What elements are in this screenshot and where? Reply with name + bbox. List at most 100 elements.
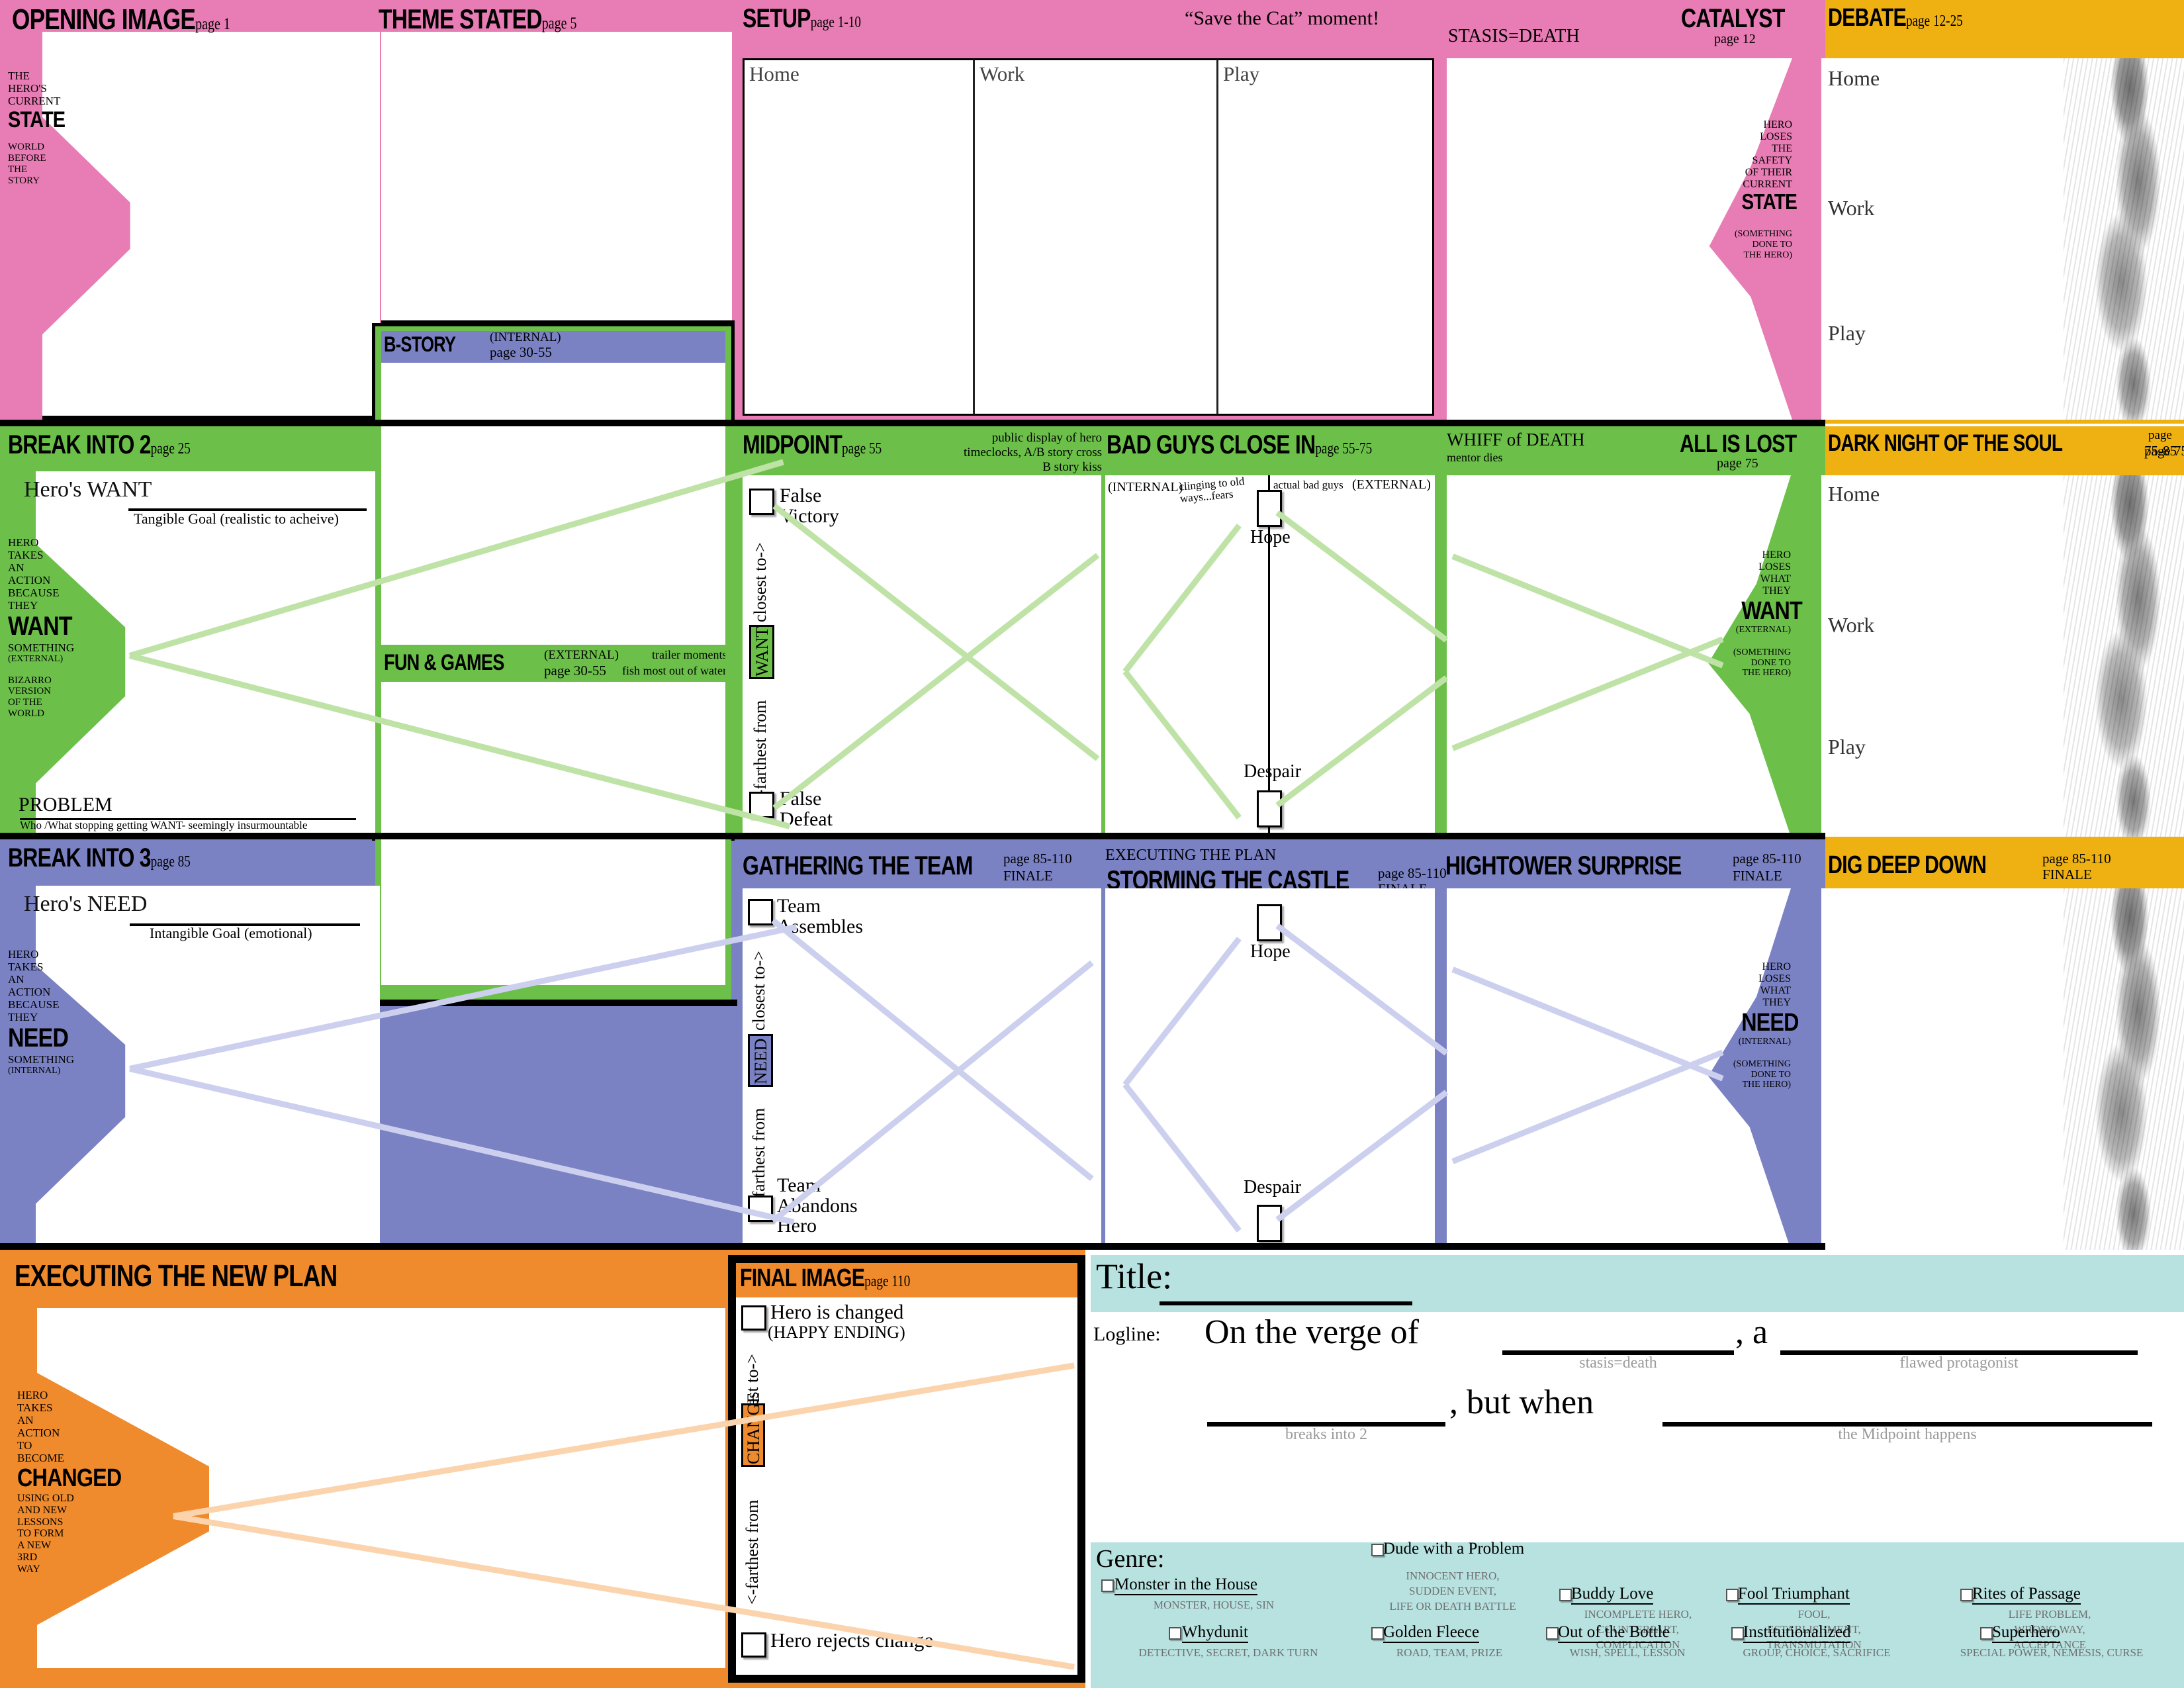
row2-divider	[0, 833, 1825, 839]
catalyst-title: CATALYST	[1681, 4, 1785, 33]
midpoint-note-3: B story kiss	[1042, 460, 1102, 474]
all-is-lost-wedge-caption: HERO LOSES WHAT THEY WANT (EXTERNAL) (SO…	[1733, 549, 1803, 679]
dark-night-page-range: 75-85	[2144, 443, 2177, 459]
b-story-title: B-STORY	[384, 332, 456, 356]
bad-guys-despair-label: Despair	[1244, 761, 1302, 782]
gathering-axis-bottom: <-farthest from	[749, 1107, 768, 1213]
genre-checkbox-rites-of-passage[interactable]	[1960, 1589, 1973, 1601]
gathering-axis-key: NEED	[751, 1038, 770, 1084]
setup-column-play: Play	[1223, 62, 1260, 85]
thinker-statue-image-3	[2064, 888, 2184, 1250]
catalyst-wedge-caption: HERO LOSES THE SAFETY OF THEIR CURRENT S…	[1734, 119, 1797, 260]
fun-games-left-edge	[375, 426, 381, 839]
opening-image-title: OPENING IMAGEpage 1	[12, 3, 230, 36]
break-into-2-title: BREAK INTO 2page 25	[8, 430, 191, 459]
theme-stated-title: THEME STATEDpage 5	[379, 3, 577, 34]
stasis-death-note: STASIS=DEATH	[1448, 26, 1580, 46]
hero-rejects-change-checkbox[interactable]	[741, 1632, 766, 1658]
genre-checkbox-dude-with-a-problem[interactable]	[1371, 1544, 1384, 1556]
bad-guys-external-note: actual bad guys	[1273, 479, 1343, 491]
storming-hope-checkbox[interactable]	[1257, 904, 1282, 941]
logline-hint-4: the Midpoint happens	[1838, 1426, 1977, 1443]
midpoint-false-victory-checkbox[interactable]	[749, 489, 774, 515]
midpoint-axis-top: closest to->	[751, 542, 770, 622]
genre-checkbox-institutionalized[interactable]	[1731, 1627, 1744, 1640]
executing-the-plan-note: EXECUTING THE PLAN	[1105, 847, 1277, 864]
genre-item-superhero[interactable]: Superhero SPECIAL POWER, NEMESIS, CURSE	[1960, 1623, 2144, 1661]
genre-checkbox-whydunit[interactable]	[1169, 1627, 1181, 1640]
title-input[interactable]	[1160, 1301, 1412, 1305]
genre-item-dude-with-a-problem[interactable]: Dude with a Problem INNOCENT HERO, SUDDE…	[1383, 1540, 1524, 1615]
setup-writing-area[interactable]	[743, 58, 1434, 416]
hightower-wedge-caption: HERO LOSES WHAT THEY NEED (INTERNAL) (SO…	[1733, 961, 1799, 1090]
theme-stated-writing-area[interactable]	[381, 32, 732, 323]
catalyst-page: page 12	[1714, 32, 1756, 46]
gathering-team-page: page 85-110	[1003, 851, 1072, 867]
genre-checkbox-superhero[interactable]	[1980, 1627, 1993, 1640]
midpoint-writing-area[interactable]	[743, 475, 1101, 835]
fun-games-writing-area[interactable]	[381, 682, 725, 839]
setup-divider-2	[1216, 60, 1218, 414]
debate-title: DEBATEpage 12-25	[1828, 4, 1963, 32]
problem-hint: Who /What stopping getting WANT- seeming…	[20, 819, 308, 831]
hightower-title: HIGHTOWER SURPRISE	[1445, 851, 1682, 880]
fun-games-right-edge	[725, 426, 740, 839]
storming-hope-label: Hope	[1250, 941, 1291, 962]
setup-column-work: Work	[979, 62, 1025, 85]
logline-label: Logline:	[1093, 1323, 1161, 1345]
storming-castle-page: page 85-110	[1378, 865, 1447, 881]
genre-checkbox-buddy-love[interactable]	[1559, 1589, 1572, 1601]
title-label: Title:	[1096, 1256, 1173, 1296]
fun-games-note-2: fish most out of water	[622, 664, 727, 677]
executing-new-plan-title: EXECUTING THE NEW PLAN	[15, 1258, 338, 1293]
dark-night-column-home: Home	[1828, 482, 1880, 506]
genre-item-whydunit[interactable]: Whydunit DETECTIVE, SECRET, DARK TURN	[1139, 1623, 1318, 1661]
whiff-of-death-note: WHIFF of DEATH	[1447, 430, 1585, 449]
fun-games-upper-area[interactable]	[381, 426, 725, 645]
all-is-lost-page: page 75	[1717, 456, 1758, 471]
fun-games-green-close	[375, 985, 731, 1000]
setup-divider-1	[973, 60, 975, 414]
storming-despair-label: Despair	[1244, 1177, 1302, 1197]
gathering-team-title: GATHERING THE TEAM	[743, 851, 973, 880]
fun-games-lower-area[interactable]	[381, 839, 725, 985]
genre-item-institutionalized[interactable]: Institutionalized GROUP, CHOICE, SACRIFI…	[1743, 1623, 1895, 1661]
dark-night-column-work: Work	[1828, 613, 1875, 637]
genre-checkbox-fool-triumphant[interactable]	[1726, 1589, 1739, 1601]
genre-checkbox-golden-fleece[interactable]	[1371, 1627, 1384, 1640]
fun-games-page: page 30-55	[544, 663, 606, 679]
genre-checkbox-monster-in-the-house[interactable]	[1101, 1579, 1114, 1592]
bad-guys-hope-checkbox[interactable]	[1257, 490, 1282, 527]
debate-column-play: Play	[1828, 321, 1866, 345]
fun-games-tag: (EXTERNAL)	[544, 648, 619, 662]
genre-item-golden-fleece[interactable]: Golden Fleece ROAD, TEAM, PRIZE	[1383, 1623, 1516, 1661]
dark-night-column-play: Play	[1828, 735, 1866, 759]
executing-new-plan-wedge-caption: HERO TAKES AN ACTION TO BECOME CHANGED U…	[17, 1389, 122, 1575]
bad-guys-hope-label: Hope	[1250, 527, 1291, 547]
logline-word-3: , but when	[1449, 1383, 1594, 1421]
midpoint-axis-key: WANT	[752, 626, 772, 677]
storming-despair-checkbox[interactable]	[1257, 1205, 1282, 1242]
dark-night-title: DARK NIGHT OF THE SOUL	[1828, 430, 2063, 456]
genre-checkbox-out-of-the-bottle[interactable]	[1546, 1627, 1559, 1640]
genre-label: Genre:	[1096, 1545, 1165, 1573]
team-assembles-checkbox[interactable]	[748, 899, 773, 925]
genre-item-monster-in-the-house[interactable]: Monster in the House MONSTER, HOUSE, SIN	[1115, 1575, 1313, 1613]
hero-is-changed-label: Hero is changed	[770, 1300, 904, 1323]
dig-deep-down-page: page 85-110	[2042, 851, 2111, 867]
bad-guys-internal-tag: (INTERNAL)	[1108, 480, 1183, 494]
mentor-dies-note: mentor dies	[1447, 451, 1503, 464]
genre-item-out-of-the-bottle[interactable]: Out of the Bottle WISH, SPELL, LESSON	[1558, 1623, 1704, 1661]
opening-image-wedge-caption: THE HERO'S CURRENT STATE WORLD BEFORE TH…	[8, 70, 66, 186]
midpoint-note-1: public display of hero	[991, 431, 1102, 445]
midpoint-title: MIDPOINTpage 55	[743, 430, 882, 459]
logline-hint-3: breaks into 2	[1285, 1426, 1367, 1443]
save-the-cat-note: “Save the Cat” moment!	[1185, 7, 1380, 29]
fun-games-note-1: trailer moments	[652, 648, 727, 661]
hero-is-changed-checkbox[interactable]	[741, 1305, 766, 1331]
bad-guys-title: BAD GUYS CLOSE INpage 55-75	[1107, 430, 1373, 459]
hightower-page: page 85-110	[1733, 851, 1801, 867]
setup-title: SETUPpage 1-10	[743, 4, 861, 33]
all-is-lost-title: ALL IS LOST	[1680, 430, 1797, 458]
bad-guys-despair-checkbox[interactable]	[1257, 790, 1282, 827]
